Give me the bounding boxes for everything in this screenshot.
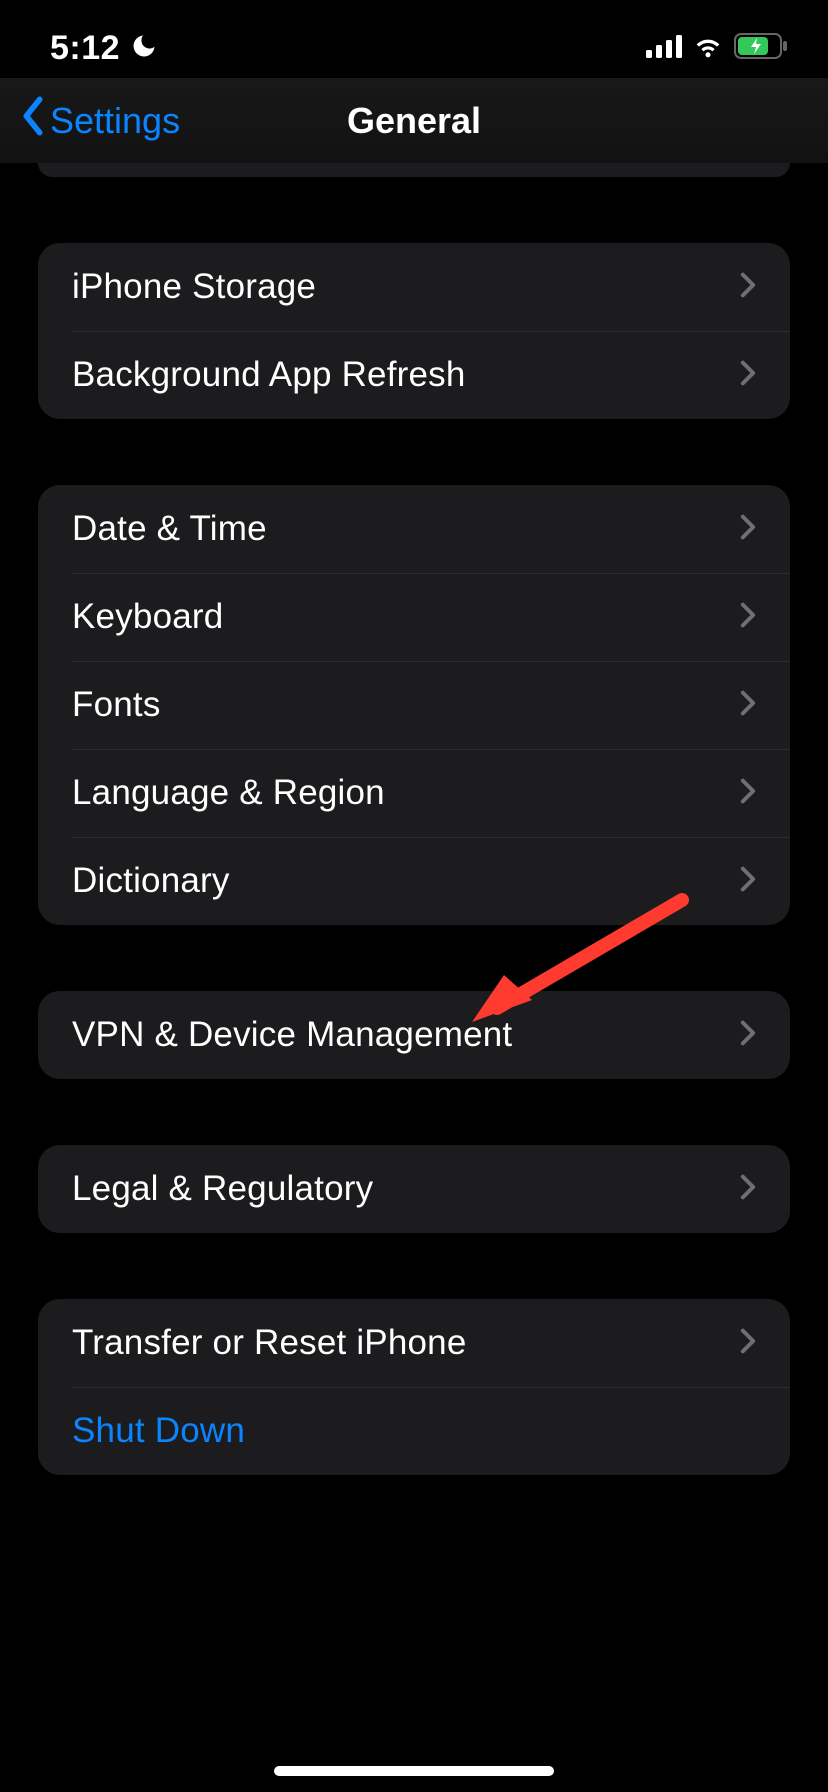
home-indicator[interactable] <box>274 1766 554 1776</box>
row-label: Shut Down <box>72 1411 245 1451</box>
row-label: Keyboard <box>72 597 223 637</box>
row-date-time[interactable]: Date & Time <box>38 485 790 573</box>
row-label: Background App Refresh <box>72 355 466 395</box>
battery-charging-icon <box>734 33 788 64</box>
moon-icon <box>130 32 158 65</box>
cellular-signal-icon <box>646 34 682 63</box>
chevron-right-icon <box>740 1328 756 1359</box>
row-background-app-refresh[interactable]: Background App Refresh <box>38 331 790 419</box>
row-keyboard[interactable]: Keyboard <box>38 573 790 661</box>
content: iPhone Storage Background App Refresh Da… <box>0 163 828 1475</box>
page-title: General <box>347 100 481 142</box>
status-time: 5:12 <box>50 29 120 68</box>
status-right <box>646 33 788 64</box>
settings-group-legal: Legal & Regulatory <box>38 1145 790 1233</box>
status-left: 5:12 <box>50 29 158 68</box>
chevron-right-icon <box>740 866 756 897</box>
status-bar: 5:12 <box>0 18 828 78</box>
chevron-right-icon <box>740 514 756 545</box>
row-dictionary[interactable]: Dictionary <box>38 837 790 925</box>
row-label: Dictionary <box>72 861 230 901</box>
row-legal-regulatory[interactable]: Legal & Regulatory <box>38 1145 790 1233</box>
chevron-right-icon <box>740 1020 756 1051</box>
row-shut-down[interactable]: Shut Down <box>38 1387 790 1475</box>
chevron-right-icon <box>740 690 756 721</box>
chevron-right-icon <box>740 1174 756 1205</box>
row-iphone-storage[interactable]: iPhone Storage <box>38 243 790 331</box>
chevron-left-icon <box>20 96 46 145</box>
wifi-icon <box>692 34 724 63</box>
partial-previous-group <box>38 163 790 177</box>
nav-bar: Settings General <box>0 78 828 163</box>
row-transfer-reset[interactable]: Transfer or Reset iPhone <box>38 1299 790 1387</box>
row-label: VPN & Device Management <box>72 1015 512 1055</box>
row-label: Transfer or Reset iPhone <box>72 1323 467 1363</box>
row-vpn-device-management[interactable]: VPN & Device Management <box>38 991 790 1079</box>
back-label: Settings <box>50 100 180 142</box>
back-button[interactable]: Settings <box>20 96 180 145</box>
chevron-right-icon <box>740 272 756 303</box>
settings-group-region: Date & Time Keyboard Fonts Language & Re… <box>38 485 790 925</box>
chevron-right-icon <box>740 778 756 809</box>
settings-group-reset: Transfer or Reset iPhone Shut Down <box>38 1299 790 1475</box>
chevron-right-icon <box>740 602 756 633</box>
row-fonts[interactable]: Fonts <box>38 661 790 749</box>
row-label: Language & Region <box>72 773 385 813</box>
chevron-right-icon <box>740 360 756 391</box>
row-label: iPhone Storage <box>72 267 316 307</box>
row-label: Fonts <box>72 685 161 725</box>
row-language-region[interactable]: Language & Region <box>38 749 790 837</box>
row-label: Date & Time <box>72 509 267 549</box>
row-label: Legal & Regulatory <box>72 1169 373 1209</box>
settings-group-vpn: VPN & Device Management <box>38 991 790 1079</box>
settings-group-storage: iPhone Storage Background App Refresh <box>38 243 790 419</box>
